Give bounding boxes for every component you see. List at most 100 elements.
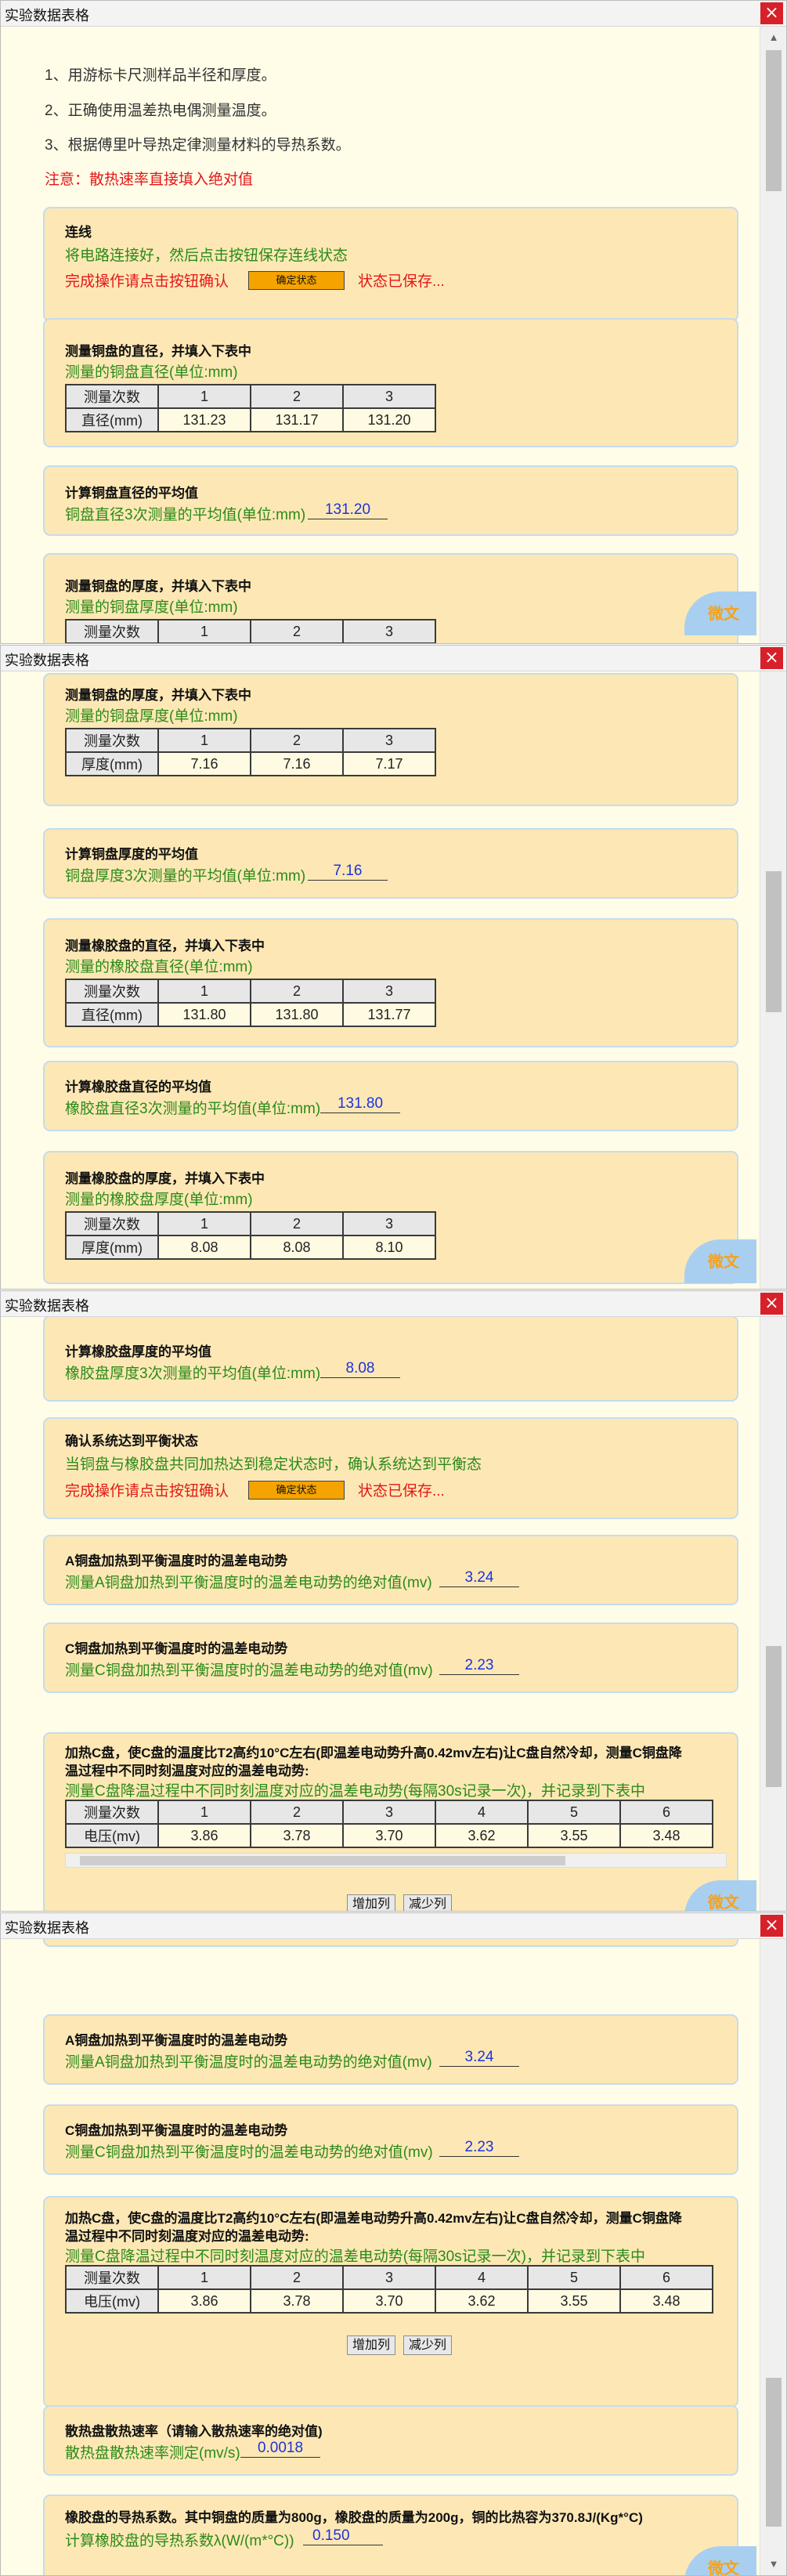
- row-label: 直径(mm): [65, 407, 159, 432]
- value-cell[interactable]: 3.86: [157, 1823, 251, 1848]
- close-button[interactable]: ×: [760, 1293, 783, 1315]
- avg-input[interactable]: 8.08: [320, 1360, 400, 1378]
- panel-title: 测量橡胶盘的直径，并填入下表中: [65, 939, 265, 953]
- col-header: 1: [157, 1211, 251, 1236]
- value-cell[interactable]: 3.55: [527, 2288, 621, 2314]
- chat-label: 微文: [708, 606, 739, 623]
- rate-input[interactable]: 0.0018: [240, 2440, 320, 2458]
- value-cell[interactable]: 131.80: [157, 1002, 251, 1027]
- title-bar: 实验数据表格 ×: [1, 646, 786, 671]
- value-cell[interactable]: 8.10: [342, 1235, 436, 1260]
- close-button[interactable]: ×: [760, 647, 783, 669]
- value-cell[interactable]: 3.62: [435, 1823, 529, 1848]
- rubber-thickness-panel: 测量橡胶盘的厚度，并填入下表中 测量的橡胶盘厚度(单位:mm) 测量次数 1 2 3 …: [43, 1151, 738, 1284]
- value-cell[interactable]: 131.77: [342, 1002, 436, 1027]
- panel-title: A铜盘加热到平衡温度时的温差电动势: [65, 1554, 288, 1568]
- add-column-button[interactable]: 增加列: [347, 1894, 395, 1911]
- avg-input[interactable]: 131.20: [308, 501, 388, 519]
- confirm-state-button[interactable]: 确定状态: [248, 271, 345, 290]
- value-cell[interactable]: 3.70: [342, 2288, 436, 2314]
- col-header: 3: [342, 384, 436, 409]
- panel-subtitle: 测量的橡胶盘直径(单位:mm): [65, 959, 253, 975]
- confirm-state-button[interactable]: 确定状态: [248, 1481, 345, 1500]
- title-bar: 实验数据表格 ×: [1, 1291, 786, 1317]
- c-emf-panel: C铜盘加热到平衡温度时的温差电动势 测量C铜盘加热到平衡温度时的温差电动势的绝对…: [43, 2104, 738, 2175]
- value-cell[interactable]: 7.17: [342, 751, 436, 776]
- count-header: 测量次数: [65, 384, 159, 409]
- h-scroll-thumb[interactable]: [80, 1856, 565, 1865]
- emf-input[interactable]: 2.23: [439, 1657, 519, 1675]
- avg-input[interactable]: 7.16: [308, 863, 388, 881]
- connect-panel: 连线 将电路连接好，然后点击按钮保存连线状态 完成操作请点击按钮确认 确定状态 …: [43, 207, 738, 322]
- scroll-thumb[interactable]: [766, 871, 782, 1012]
- scroll-thumb[interactable]: [766, 50, 782, 191]
- count-header: 测量次数: [65, 728, 159, 753]
- cooling-panel: 加热C盘，使C盘的温度比T2高约10°C左右(即温差电动势升高0.42mv左右)…: [43, 1732, 738, 1911]
- close-button[interactable]: ×: [760, 2, 783, 24]
- value-cell[interactable]: 7.16: [250, 751, 344, 776]
- value-cell[interactable]: 131.17: [250, 407, 344, 432]
- panel-instruction: 当铜盘与橡胶盘共同加热达到稳定状态时，确认系统达到平衡态: [65, 1456, 482, 1473]
- col-header: 3: [342, 728, 436, 753]
- panel-subtitle: 测量C盘降温过程中不同时刻温度对应的温差电动势(每隔30s记录一次)，并记录到下…: [65, 2249, 646, 2265]
- value-cell[interactable]: 8.08: [250, 1235, 344, 1260]
- remove-column-button[interactable]: 减少列: [403, 2335, 452, 2355]
- title-bar: 实验数据表格 ×: [1, 1, 786, 27]
- conductivity-input[interactable]: 0.150: [303, 2527, 383, 2545]
- rubber-thickness-avg-panel: 计算橡胶盘厚度的平均值 橡胶盘厚度3次测量的平均值(单位:mm) 8.08: [43, 1317, 738, 1402]
- cooling-table: 测量次数 1 2 3 4 5 6 电压(mv) 3.86 3.78 3.70 3.62 3.55 3.4…: [65, 1800, 713, 1848]
- value-cell[interactable]: 131.20: [342, 407, 436, 432]
- saved-status: 状态已保存...: [358, 1483, 445, 1500]
- vertical-scrollbar[interactable]: ▼: [760, 1939, 786, 2575]
- value-cell[interactable]: 131.23: [157, 407, 251, 432]
- value-cell[interactable]: 7.16: [157, 751, 251, 776]
- col-header: 4: [435, 1800, 529, 1825]
- value-cell[interactable]: 8.08: [157, 1235, 251, 1260]
- value-cell[interactable]: 131.80: [250, 1002, 344, 1027]
- col-header: 5: [527, 2265, 621, 2290]
- scroll-thumb[interactable]: [766, 2378, 782, 2527]
- panel-title: 测量铜盘的厚度，并填入下表中: [65, 579, 251, 594]
- count-header: 测量次数: [65, 619, 159, 643]
- vertical-scrollbar[interactable]: [760, 1317, 786, 1911]
- value-cell[interactable]: 3.70: [342, 1823, 436, 1848]
- emf-input[interactable]: 2.23: [439, 2139, 519, 2157]
- count-header: 测量次数: [65, 1800, 159, 1825]
- avg-input[interactable]: 131.80: [320, 1095, 400, 1113]
- add-column-button[interactable]: 增加列: [347, 2335, 395, 2355]
- row-label: 厚度(mm): [65, 1235, 159, 1260]
- value-cell[interactable]: 3.78: [250, 2288, 344, 2314]
- remove-column-button[interactable]: 减少列: [403, 1894, 452, 1911]
- emf-label: 测量C铜盘加热到平衡温度时的温差电动势的绝对值(mv): [65, 2144, 433, 2161]
- emf-input[interactable]: 3.24: [439, 1569, 519, 1587]
- vertical-scrollbar[interactable]: ▲: [760, 27, 786, 643]
- conductivity-label: 计算橡胶盘的导热系数λ(W/(m*°C)): [65, 2533, 294, 2549]
- panel-title: A铜盘加热到平衡温度时的温差电动势: [65, 2033, 288, 2048]
- copper-thickness-table: 测量次数123 厚度(mm)7.167.167.17: [65, 619, 436, 643]
- close-button[interactable]: ×: [760, 1915, 783, 1937]
- vertical-scrollbar[interactable]: [760, 671, 786, 1289]
- col-header: 2: [250, 728, 344, 753]
- data-table-window: 实验数据表格 × 测量铜盘的厚度，并填入下表中 测量的铜盘厚度(单位:mm) 测…: [0, 645, 787, 1290]
- form-content: A铜盘加热到平衡温度时的温差电动势 测量A铜盘加热到平衡温度时的温差电动势的绝对…: [16, 1939, 754, 2575]
- value-cell[interactable]: 3.48: [619, 2288, 713, 2314]
- note-text: 注意：散热速率直接填入绝对值: [45, 172, 254, 188]
- value-cell[interactable]: 3.48: [619, 1823, 713, 1848]
- panel-title-cont: 温过程中不同时刻温度对应的温差电动势:: [65, 1764, 309, 1778]
- value-cell[interactable]: 3.78: [250, 1823, 344, 1848]
- value-cell[interactable]: 3.55: [527, 1823, 621, 1848]
- emf-label: 测量A铜盘加热到平衡温度时的温差电动势的绝对值(mv): [65, 1575, 432, 1591]
- scroll-down-icon[interactable]: ▼: [760, 2553, 786, 2575]
- value-cell[interactable]: 3.62: [435, 2288, 529, 2314]
- window-title: 实验数据表格: [5, 1298, 89, 1314]
- scroll-thumb[interactable]: [766, 1646, 782, 1787]
- emf-input[interactable]: 3.24: [439, 2049, 519, 2067]
- instruction-1: 1、用游标卡尺测样品半径和厚度。: [45, 67, 276, 84]
- rate-label: 散热盘散热速率测定(mv/s): [65, 2445, 240, 2462]
- value-cell[interactable]: 3.86: [157, 2288, 251, 2314]
- scroll-up-icon[interactable]: ▲: [760, 27, 786, 49]
- table-horizontal-scrollbar[interactable]: [65, 1853, 727, 1868]
- copper-diameter-table: 测量次数 1 2 3 直径(mm) 131.23 131.17 131.20: [65, 384, 436, 432]
- col-header: 4: [435, 2265, 529, 2290]
- conductivity-panel: 橡胶盘的导热系数。其中铜盘的质量为800g，橡胶盘的质量为200g，铜的比热容为…: [43, 2495, 738, 2575]
